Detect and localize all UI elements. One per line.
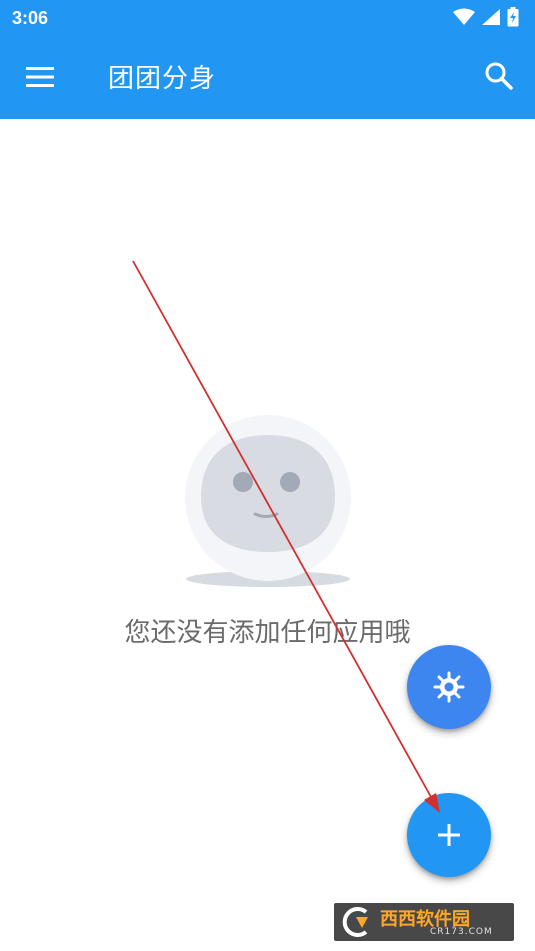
settings-fab[interactable] [407,645,491,729]
empty-state-illustration [185,415,351,587]
app-title: 团团分身 [108,64,217,94]
search-icon [485,62,513,90]
add-app-fab[interactable] [407,793,491,877]
watermark-url: CR173.COM [430,927,493,937]
search-button[interactable] [483,60,515,92]
status-time: 3:06 [12,8,49,28]
wifi-icon [453,8,475,25]
cell-signal-icon [482,9,500,25]
battery-charging-icon [507,7,519,27]
hamburger-menu-icon [26,67,54,87]
illustration-left-eye [233,472,253,492]
status-bar: 3:06 [0,0,535,36]
app-bar: 团团分身 [0,36,535,119]
status-icons [453,7,519,27]
illustration-right-eye [280,472,300,492]
watermark: 西西软件园 CR173.COM [334,903,514,941]
gear-icon [433,671,465,703]
menu-button[interactable] [24,60,58,94]
illustration-face [201,435,335,552]
empty-state-message: 您还没有添加任何应用哦 [124,618,411,648]
plus-icon [438,824,460,846]
watermark-logo [342,907,368,937]
